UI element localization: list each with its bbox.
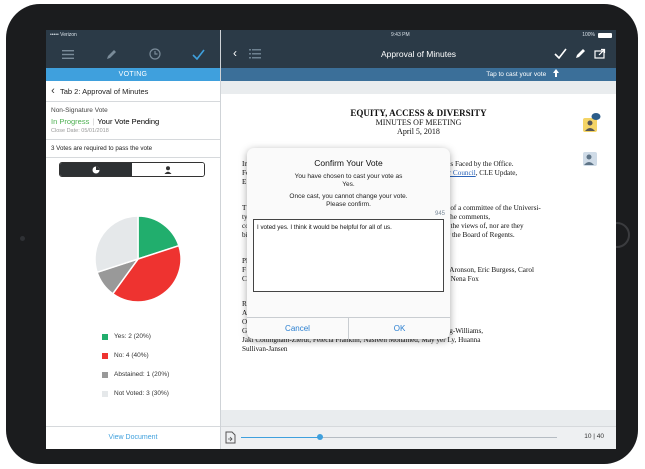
legend-item-yes: Yes: 2 (20%) bbox=[102, 327, 169, 346]
battery-icon bbox=[598, 32, 612, 38]
status-in-progress: In Progress bbox=[51, 117, 90, 126]
legend-item-no: No: 4 (40%) bbox=[102, 346, 169, 365]
annotate-pencil-icon[interactable] bbox=[575, 48, 586, 59]
tap-to-vote-bar[interactable]: Tap to cast your vote bbox=[221, 68, 616, 81]
page-slider-handle[interactable] bbox=[317, 434, 323, 440]
battery-status: 100% bbox=[582, 30, 612, 40]
voting-header: VOTING bbox=[46, 68, 220, 81]
legend-label-no: No: 4 (40%) bbox=[114, 352, 149, 359]
clock-icon[interactable] bbox=[147, 46, 163, 62]
page-thumbnail-icon[interactable] bbox=[225, 431, 236, 444]
voting-panel: ••••• Verizon VOTING ‹ Tab 2: Approval o… bbox=[46, 30, 221, 449]
my-vote-status: Your Vote Pending bbox=[97, 117, 160, 126]
char-counter: 945 bbox=[434, 211, 445, 217]
legend-label-not-voted: Not Voted: 3 (30%) bbox=[114, 390, 169, 397]
dialog-title: Confirm Your Vote bbox=[314, 158, 383, 168]
chevron-left-icon[interactable]: ‹ bbox=[46, 85, 60, 97]
document-toolbar: ‹ Approval of Minutes bbox=[221, 40, 616, 68]
note-annotation-icon[interactable] bbox=[583, 113, 601, 132]
dialog-buttons: Cancel OK bbox=[247, 317, 450, 339]
dialog-warning: Once cast, you cannot change your vote. … bbox=[289, 193, 408, 208]
view-document-link[interactable]: View Document bbox=[46, 426, 220, 449]
confirm-vote-dialog: Confirm Your Vote You have chosen to cas… bbox=[247, 148, 450, 339]
legend-label-yes: Yes: 2 (20%) bbox=[114, 333, 151, 340]
ok-button[interactable]: OK bbox=[348, 318, 450, 339]
checkmark-icon[interactable] bbox=[190, 46, 206, 62]
doc-subheading: MINUTES OF MEETING bbox=[375, 118, 462, 127]
tab-title: Tab 2: Approval of Minutes bbox=[60, 86, 149, 96]
clock-time: 9:43 PM bbox=[391, 32, 410, 38]
battery-percent: 100% bbox=[582, 32, 595, 38]
legend-item-abstained: Abstained: 1 (20%) bbox=[102, 365, 169, 384]
voters-view-tab[interactable] bbox=[132, 163, 204, 176]
front-camera bbox=[20, 236, 25, 241]
screen: ••••• Verizon VOTING ‹ Tab 2: Approval o… bbox=[46, 30, 616, 449]
legend-swatch-abstained bbox=[102, 371, 108, 378]
vote-requirement: 3 Votes are required to pass the vote bbox=[46, 140, 220, 158]
legend-item-not-voted: Not Voted: 3 (30%) bbox=[102, 384, 169, 403]
vote-type: Non-Signature Vote bbox=[51, 107, 108, 114]
vote-check-icon[interactable] bbox=[554, 48, 567, 59]
vote-comment-field[interactable]: I voted yes. I think it would be helpful… bbox=[253, 219, 444, 292]
vote-pie-chart bbox=[94, 215, 182, 303]
pie-svg bbox=[94, 215, 182, 303]
tap-to-vote-label: Tap to cast your vote bbox=[486, 71, 547, 78]
toolbar-actions bbox=[554, 48, 606, 59]
page-indicator: 10 | 40 bbox=[584, 433, 604, 440]
chart-view-toggle[interactable] bbox=[59, 162, 205, 177]
cancel-button[interactable]: Cancel bbox=[247, 318, 348, 339]
person-icon bbox=[164, 165, 172, 174]
pie-chart-icon bbox=[92, 166, 100, 173]
legend-swatch-no bbox=[102, 352, 108, 359]
pie-view-tab[interactable] bbox=[60, 163, 132, 176]
page-navigator: 10 | 40 bbox=[221, 426, 616, 449]
doc-date: April 5, 2018 bbox=[397, 127, 440, 136]
legend-swatch-yes bbox=[102, 333, 108, 340]
dialog-message: You have chosen to cast your vote as Yes… bbox=[294, 173, 403, 188]
ipad-frame: ••••• Verizon VOTING ‹ Tab 2: Approval o… bbox=[6, 4, 638, 464]
status-bar-right: 9:43 PM 100% bbox=[221, 30, 616, 40]
tab-header[interactable]: ‹ Tab 2: Approval of Minutes bbox=[46, 81, 220, 102]
chart-legend: Yes: 2 (20%) No: 4 (40%) Abstained: 1 (2… bbox=[102, 327, 169, 403]
hand-pointer-icon bbox=[553, 69, 559, 77]
doc-heading: EQUITY, ACCESS & DIVERSITY bbox=[350, 108, 487, 118]
page-slider-fill bbox=[241, 437, 320, 438]
status-bar-left: ••••• Verizon bbox=[46, 30, 220, 40]
pencil-icon[interactable] bbox=[103, 46, 119, 62]
vote-status: In Progress | Your Vote Pending bbox=[51, 117, 160, 126]
carrier-label: ••••• Verizon bbox=[50, 32, 77, 38]
menu-icon[interactable] bbox=[60, 46, 76, 62]
left-toolbar bbox=[46, 40, 220, 68]
share-icon[interactable] bbox=[594, 48, 606, 59]
legend-label-abstained: Abstained: 1 (20%) bbox=[114, 371, 170, 378]
close-date: Close Date: 05/01/2018 bbox=[46, 126, 220, 140]
legend-swatch-not-voted bbox=[102, 390, 108, 397]
